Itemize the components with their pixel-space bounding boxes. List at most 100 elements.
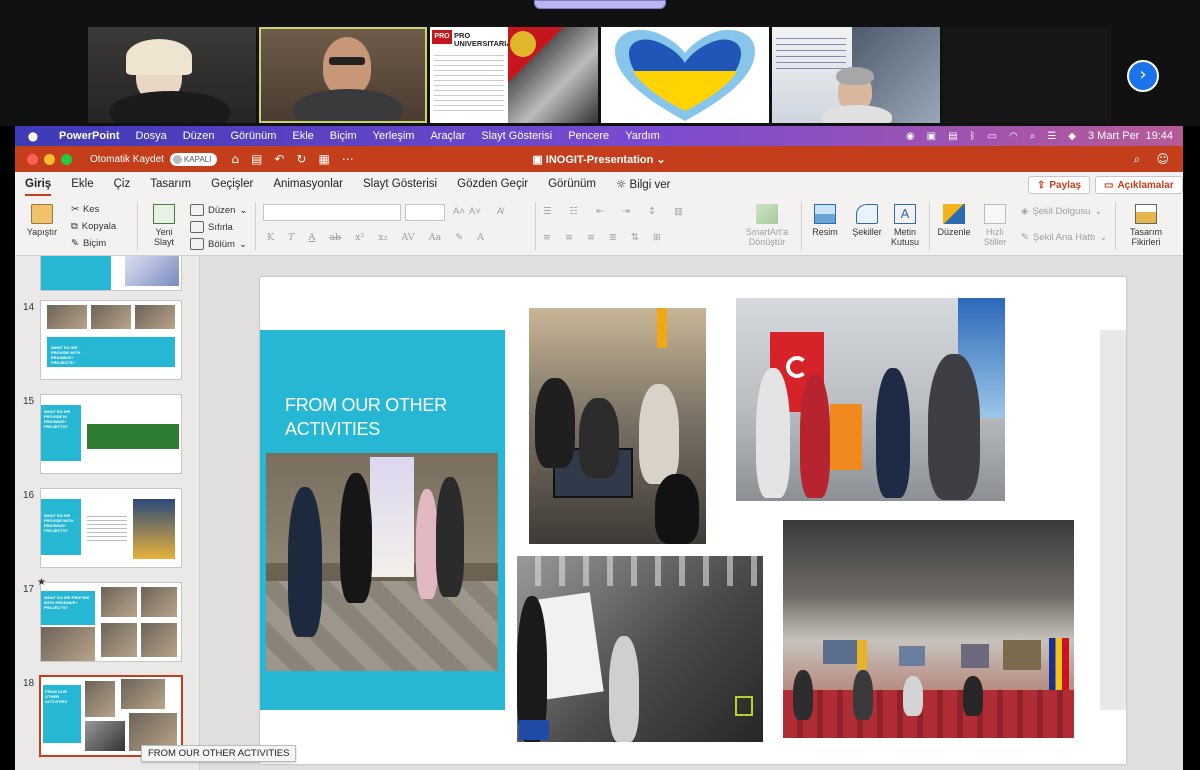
account-icon[interactable]: ☺ [1156,152,1169,167]
new-slide-button[interactable]: Yeni Slayt [147,204,181,247]
menu-araclar[interactable]: Araçlar [422,130,473,142]
tab-slayt-gosterisi[interactable]: Slayt Gösterisi [353,178,447,190]
superscript-icon[interactable]: x² [355,232,364,243]
tab-ekle[interactable]: Ekle [61,178,103,190]
video-tile-participant-2[interactable] [259,27,427,123]
bullets-icon[interactable]: ☰ [543,206,552,217]
bold-icon[interactable]: K [267,232,274,243]
change-case-icon[interactable]: Aa [429,232,442,243]
video-tile-participant-3[interactable]: PRO PRO UNIVERSITARIA [430,27,598,123]
slide-thumbnail-15[interactable]: WHAT DO WE PROVIDE IN ERASMUS+ PROJECTS? [41,395,181,473]
shape-fill-button[interactable]: ◈ Şekil Dolgusu ⌄ [1021,206,1102,217]
menubar-datetime[interactable]: 3 Mart Per 19:44 [1088,130,1173,142]
autosave-toggle[interactable]: KAPALI [169,152,218,166]
align-center-icon[interactable]: ≡ [565,232,573,243]
window-icon[interactable]: ▤ [948,131,957,142]
undo-icon[interactable]: ↶ [274,152,284,166]
slide-thumbnail-18[interactable]: FROM OUR OTHER ACTIVITIES [41,677,181,755]
paste-button[interactable]: Yapıştır [25,204,59,237]
slide-thumbnail-pane[interactable]: 14 WHAT DO WE PROVIDE WITH ERASMUS+ PROJ… [15,256,200,770]
menu-gorunum[interactable]: Görünüm [223,130,285,142]
line-spacing-icon[interactable]: ↕ [648,206,656,217]
comments-button[interactable]: ▭ Açıklamalar [1095,176,1183,194]
numbering-icon[interactable]: ☷ [570,206,579,217]
siri-icon[interactable]: ◆ [1068,131,1076,142]
section-button[interactable]: Bölüm ⌄ [190,238,247,250]
quick-styles-button[interactable]: Hızlı Stiller [977,204,1013,247]
slide-photo-group-flag[interactable] [736,298,1005,501]
screen-share-icon[interactable]: ◉ [906,131,915,142]
font-color-icon[interactable]: A [477,232,484,243]
minimize-window-button[interactable] [44,153,55,165]
format-painter-button[interactable]: ✎ Biçim [71,238,106,249]
slide-thumbnail-16[interactable]: WHAT DO WE PROVIDE WITH ERASMUS+ PROJECT… [41,489,181,567]
slide-photo-group-banner[interactable] [266,453,498,671]
chevron-right-icon[interactable]: › [1127,60,1159,92]
menu-pencere[interactable]: Pencere [560,130,617,142]
cut-button[interactable]: ✂ Kes [71,204,99,215]
columns-icon[interactable]: ▥ [674,206,683,217]
clear-format-icon[interactable]: A̸ [497,206,503,217]
justify-icon[interactable]: ≣ [609,232,617,243]
underline-icon[interactable]: A [308,232,315,243]
present-icon[interactable]: ▦ [318,152,329,166]
tab-giris[interactable]: Giriş [15,178,61,196]
designer-button[interactable]: Tasarım Fikirleri [1121,204,1171,247]
insert-picture-button[interactable]: Resim [807,204,843,237]
tab-gozden-gecir[interactable]: Gözden Geçir [447,178,538,190]
wifi-icon[interactable]: ◠ [1009,131,1018,142]
shape-outline-button[interactable]: ✎ Şekil Ana Hattı ⌄ [1021,232,1107,243]
zoom-window-button[interactable] [61,153,72,165]
slide-photo-workshop[interactable] [529,308,706,544]
increase-indent-icon[interactable]: ⇥ [622,206,630,217]
menu-slayt-gosterisi[interactable]: Slayt Gösterisi [473,130,560,142]
battery-icon[interactable]: ▭ [988,131,997,142]
highlight-icon[interactable]: ✎ [455,232,463,243]
search-icon[interactable]: ⌕ [1030,131,1036,142]
font-name-dropdown[interactable] [263,204,401,221]
tab-tasarim[interactable]: Tasarım [140,178,201,190]
tab-ciz[interactable]: Çiz [104,178,141,190]
menu-dosya[interactable]: Dosya [128,130,175,142]
smartart-button[interactable]: SmartArt'a Dönüştür [737,204,797,247]
search-icon[interactable]: ⌕ [1134,152,1141,167]
menu-ekle[interactable]: Ekle [284,130,321,142]
slide-thumbnail-13[interactable] [41,256,181,290]
video-tile-participant-6[interactable] [943,27,1111,123]
shrink-font-icon[interactable]: A˅ [469,206,481,217]
tell-me-search[interactable]: ☼ Bilgi ver [606,177,680,191]
slide-title[interactable]: FROM OUR OTHER ACTIVITIES [285,393,485,441]
menu-yerlesim[interactable]: Yerleşim [365,130,423,142]
align-text-icon[interactable]: ⊞ [653,232,661,243]
decrease-indent-icon[interactable]: ⇤ [596,206,604,217]
slide-thumbnail-17[interactable]: WHAT DO WE PROVIDE WITH ERASMUS+ PROJECT… [41,583,181,661]
document-title-text[interactable]: INOGIT-Presentation [546,154,654,166]
arrange-button[interactable]: Düzenle [935,204,973,237]
menu-duzen[interactable]: Düzen [175,130,223,142]
tab-gecisler[interactable]: Geçişler [201,178,263,190]
apple-icon[interactable]: ● [15,129,51,143]
save-icon[interactable]: ▤ [251,152,262,166]
slide-photo-bw-activity[interactable] [517,556,763,742]
insert-shapes-button[interactable]: Şekiller [849,204,885,237]
text-direction-icon[interactable]: ⇅ [631,232,639,243]
tab-animasyonlar[interactable]: Animasyonlar [263,178,353,190]
slide-photo-conference-hall[interactable] [783,520,1074,738]
video-tile-participant-4[interactable] [601,27,769,123]
menu-app-name[interactable]: PowerPoint [51,130,128,142]
char-spacing-icon[interactable]: AV [401,232,414,243]
speaker-view-toggle[interactable] [534,0,666,9]
font-size-dropdown[interactable] [405,204,445,221]
align-left-icon[interactable]: ≡ [543,232,551,243]
strikethrough-icon[interactable]: ab [329,232,341,243]
home-icon[interactable]: ⌂ [231,152,239,166]
menu-yardim[interactable]: Yardım [617,130,668,142]
control-center-icon[interactable]: ☰ [1047,131,1056,142]
insert-textbox-button[interactable]: A Metin Kutusu [887,204,923,247]
reset-button[interactable]: Sıfırla [190,221,233,233]
slide-thumbnail-14[interactable]: WHAT DO WE PROVIDE WITH ERASMUS+ PROJECT… [41,301,181,379]
redo-icon[interactable]: ↻ [296,152,306,166]
italic-icon[interactable]: T [288,232,294,243]
share-button[interactable]: ⇪ Paylaş [1028,176,1091,194]
bluetooth-icon[interactable]: ᛒ [970,131,976,142]
